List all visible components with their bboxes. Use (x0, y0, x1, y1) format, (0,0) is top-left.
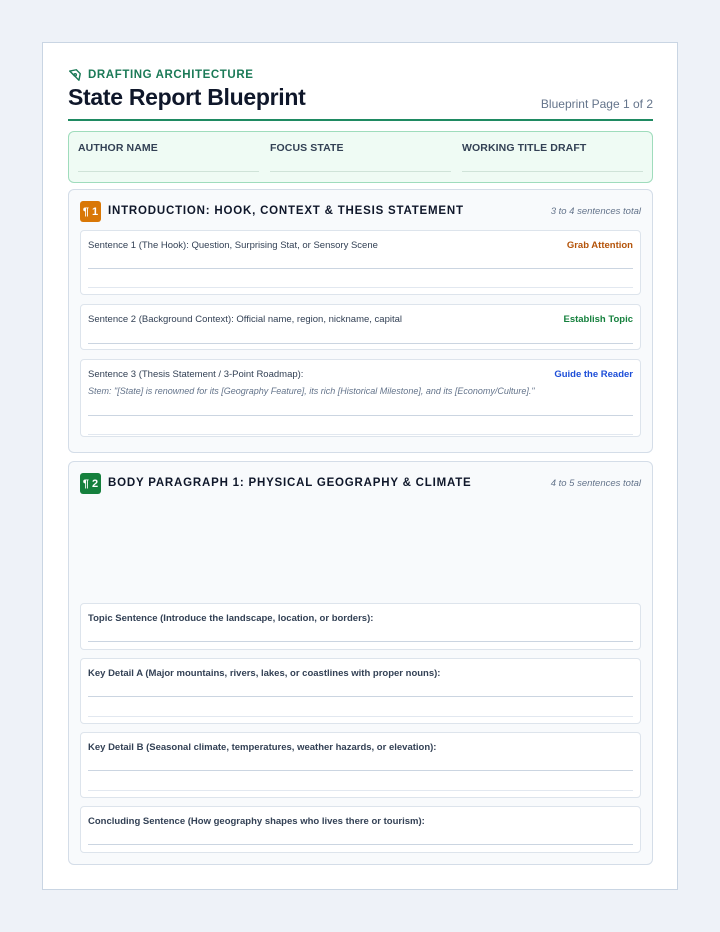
detail-a-label: Key Detail A (Major mountains, rivers, l… (88, 668, 441, 679)
writing-line[interactable] (88, 434, 633, 435)
working-title-field[interactable]: WORKING TITLE DRAFT (462, 142, 643, 172)
meta-fields: AUTHOR NAME FOCUS STATE WORKING TITLE DR… (68, 131, 653, 183)
writing-line[interactable] (88, 415, 633, 416)
author-name-field[interactable]: AUTHOR NAME (78, 142, 259, 172)
thesis-stem: Stem: "[State] is renowned for its [Geog… (88, 386, 535, 396)
topic-label: Topic Sentence (Introduce the landscape,… (88, 613, 374, 624)
body1-section: ¶ 2 BODY PARAGRAPH 1: PHYSICAL GEOGRAPHY… (68, 461, 653, 865)
hook-label: Sentence 1 (The Hook): Question, Surpris… (88, 240, 378, 251)
body1-badge: ¶ 2 (80, 473, 101, 494)
detail-b-card: Key Detail B (Seasonal climate, temperat… (80, 732, 641, 798)
hook-tag: Grab Attention (566, 240, 633, 251)
pen-tool-icon (69, 69, 81, 81)
writing-line[interactable] (88, 844, 633, 845)
body1-title: BODY PARAGRAPH 1: PHYSICAL GEOGRAPHY & C… (108, 477, 472, 489)
worksheet-page: DRAFTING ARCHITECTURE State Report Bluep… (42, 42, 678, 890)
eyebrow: DRAFTING ARCHITECTURE (68, 68, 254, 82)
page-number: Blueprint Page 1 of 2 (540, 97, 653, 111)
writing-line[interactable] (88, 770, 633, 771)
writing-line[interactable] (88, 790, 633, 791)
author-name-line[interactable] (78, 171, 259, 172)
thesis-label: Sentence 3 (Thesis Statement / 3-Point R… (88, 369, 304, 380)
working-title-label: WORKING TITLE DRAFT (462, 142, 587, 154)
working-title-line[interactable] (462, 171, 643, 172)
concluding-card: Concluding Sentence (How geography shape… (80, 806, 641, 853)
intro-title: INTRODUCTION: HOOK, CONTEXT & THESIS STA… (108, 205, 464, 217)
detail-a-card: Key Detail A (Major mountains, rivers, l… (80, 658, 641, 724)
writing-line[interactable] (88, 696, 633, 697)
page-header: DRAFTING ARCHITECTURE State Report Bluep… (68, 67, 653, 121)
writing-line[interactable] (88, 268, 633, 269)
detail-b-label: Key Detail B (Seasonal climate, temperat… (88, 742, 437, 753)
focus-state-field[interactable]: FOCUS STATE (270, 142, 451, 172)
focus-state-label: FOCUS STATE (270, 142, 344, 154)
author-name-label: AUTHOR NAME (78, 142, 158, 154)
intro-section: ¶ 1 INTRODUCTION: HOOK, CONTEXT & THESIS… (68, 189, 653, 453)
intro-note: 3 to 4 sentences total (550, 206, 641, 217)
writing-line[interactable] (88, 716, 633, 717)
writing-line[interactable] (88, 287, 633, 288)
writing-line[interactable] (88, 641, 633, 642)
context-card: Sentence 2 (Background Context): Officia… (80, 304, 641, 350)
context-tag: Establish Topic (563, 314, 633, 325)
eyebrow-text: DRAFTING ARCHITECTURE (88, 69, 254, 81)
concluding-label: Concluding Sentence (How geography shape… (88, 816, 425, 827)
thesis-tag: Guide the Reader (554, 369, 633, 380)
hook-card: Sentence 1 (The Hook): Question, Surpris… (80, 230, 641, 295)
focus-state-line[interactable] (270, 171, 451, 172)
thesis-card: Sentence 3 (Thesis Statement / 3-Point R… (80, 359, 641, 437)
context-label: Sentence 2 (Background Context): Officia… (88, 314, 403, 325)
writing-line[interactable] (88, 343, 633, 344)
intro-badge: ¶ 1 (80, 201, 101, 222)
page-title: State Report Blueprint (68, 84, 306, 110)
topic-card: Topic Sentence (Introduce the landscape,… (80, 603, 641, 650)
body1-note: 4 to 5 sentences total (550, 478, 641, 489)
